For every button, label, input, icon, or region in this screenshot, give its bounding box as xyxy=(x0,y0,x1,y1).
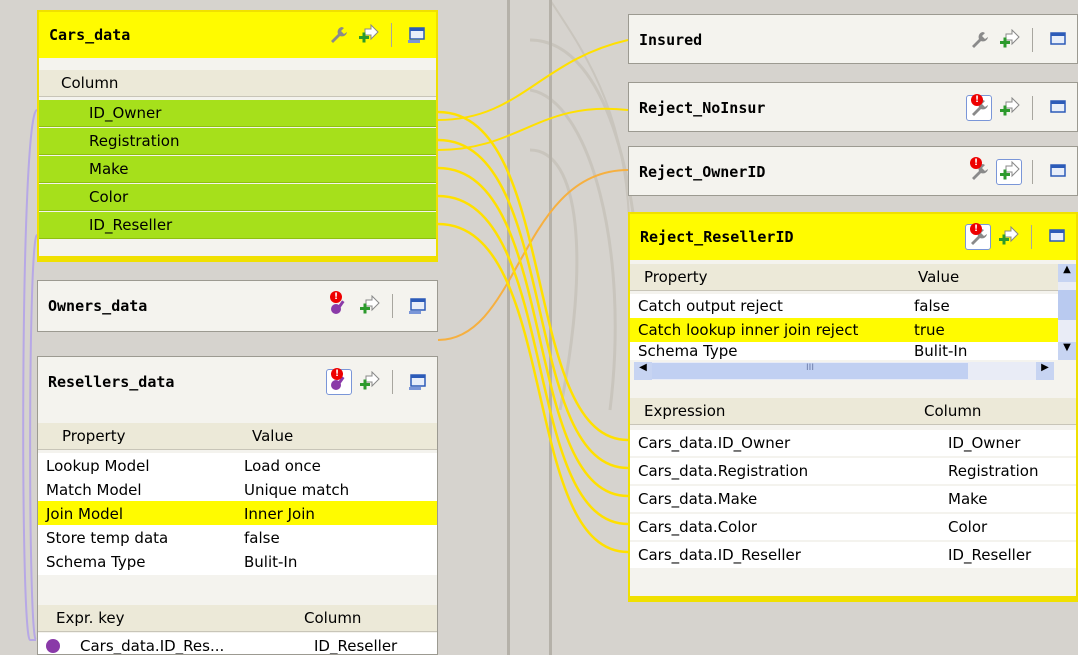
error-badge-icon: ! xyxy=(330,291,342,303)
expression-row[interactable]: Cars_data.Make Make xyxy=(630,486,1076,512)
expression-row[interactable]: Cars_data.ID_Owner ID_Owner xyxy=(630,430,1076,456)
window-icon[interactable] xyxy=(405,369,431,395)
error-badge-icon: ! xyxy=(970,223,982,235)
toolbar-separator xyxy=(391,23,392,47)
error-badge-icon: ! xyxy=(331,368,343,380)
lookup-link xyxy=(29,234,38,641)
scroll-thumb[interactable]: III xyxy=(652,363,968,379)
property-row[interactable]: Catch output reject false xyxy=(630,294,1058,318)
add-arrow-icon[interactable] xyxy=(356,293,382,319)
table-title: Reject_OwnerID xyxy=(639,163,766,181)
scroll-left-button[interactable]: ◀ xyxy=(634,362,652,380)
reject-ownerid-table[interactable]: Reject_OwnerID ! xyxy=(628,146,1078,196)
property-header[interactable]: Property Value xyxy=(630,264,1058,291)
horizontal-scrollbar[interactable]: ◀ III ▶ xyxy=(634,362,1054,380)
table-title: Reject_NoInsur xyxy=(639,99,766,117)
expression-row[interactable]: Cars_data.Color Color xyxy=(630,514,1076,540)
reject-resellerid-header[interactable]: Reject_ResellerID ! xyxy=(630,214,1076,260)
window-icon[interactable] xyxy=(1044,224,1070,250)
wrench-icon[interactable] xyxy=(325,22,351,48)
wrench-icon[interactable]: ! xyxy=(966,94,992,121)
error-badge-icon: ! xyxy=(971,94,983,106)
add-arrow-icon[interactable] xyxy=(995,224,1021,250)
insured-header[interactable]: Insured xyxy=(629,15,1077,63)
reject-noinsur-table[interactable]: Reject_NoInsur ! xyxy=(628,82,1078,132)
resellers-data-table[interactable]: Resellers_data ! Property Value Lookup M… xyxy=(37,356,438,655)
scroll-thumb[interactable] xyxy=(1058,290,1076,320)
property-row[interactable]: Schema Type Bulit-In xyxy=(38,549,437,575)
window-icon[interactable] xyxy=(1045,95,1071,121)
table-footer xyxy=(39,256,436,260)
owners-data-header[interactable]: Owners_data ! xyxy=(38,281,437,331)
add-arrow-icon[interactable] xyxy=(996,159,1022,185)
wrench-icon[interactable]: ! xyxy=(965,223,991,250)
add-arrow-icon[interactable] xyxy=(996,95,1022,121)
property-row[interactable]: Schema Type Bulit-In xyxy=(630,342,1058,360)
expr-key-header[interactable]: Expr. key Column xyxy=(38,605,437,632)
reject-resellerid-table[interactable]: Reject_ResellerID ! Property Value Catch… xyxy=(628,212,1078,602)
error-badge-icon: ! xyxy=(970,157,982,169)
wrench-icon[interactable]: ! xyxy=(966,157,992,185)
key-icon[interactable]: ! xyxy=(326,368,352,395)
key-icon xyxy=(46,639,60,653)
column-row[interactable]: ID_Reseller xyxy=(39,212,436,239)
property-row[interactable]: Join Model Inner Join xyxy=(38,501,437,527)
add-arrow-icon[interactable] xyxy=(355,22,381,48)
property-row[interactable]: Catch lookup inner join reject true xyxy=(630,318,1058,342)
table-title: Cars_data xyxy=(49,26,131,44)
column-row[interactable]: Registration xyxy=(39,128,436,155)
toolbar-separator xyxy=(1032,28,1033,52)
add-arrow-icon[interactable] xyxy=(996,27,1022,53)
column-header[interactable]: Column xyxy=(39,70,436,97)
reject-noinsur-header[interactable]: Reject_NoInsur ! xyxy=(629,83,1077,131)
panel-divider-left[interactable] xyxy=(507,0,510,655)
cars-data-header[interactable]: Cars_data xyxy=(39,12,436,58)
property-row[interactable]: Store temp data false xyxy=(38,525,437,551)
resellers-data-header[interactable]: Resellers_data ! xyxy=(38,357,437,407)
column-row[interactable]: Make xyxy=(39,156,436,183)
expression-row[interactable]: Cars_data.Registration Registration xyxy=(630,458,1076,484)
table-title: Insured xyxy=(639,31,703,49)
column-row[interactable]: Color xyxy=(39,184,436,211)
toolbar-separator xyxy=(1032,96,1033,120)
column-row[interactable]: ID_Owner xyxy=(39,100,436,127)
window-icon[interactable] xyxy=(404,22,430,48)
expression-row[interactable]: Cars_data.ID_Reseller ID_Reseller xyxy=(630,542,1076,568)
scroll-down-button[interactable]: ▼ xyxy=(1058,342,1076,360)
toolbar-separator xyxy=(1031,225,1032,249)
table-title: Owners_data xyxy=(48,297,148,315)
window-icon[interactable] xyxy=(405,293,431,319)
expression-header[interactable]: Expression Column xyxy=(630,398,1076,425)
lookup-link xyxy=(22,109,38,641)
toolbar-separator xyxy=(1032,160,1033,184)
add-arrow-icon[interactable] xyxy=(356,369,382,395)
scroll-right-button[interactable]: ▶ xyxy=(1036,362,1054,380)
property-row[interactable]: Lookup Model Load once xyxy=(38,453,437,479)
panel-divider-right[interactable] xyxy=(549,0,552,655)
cars-data-table[interactable]: Cars_data Column ID_Owner Registration M… xyxy=(37,10,438,262)
map-editor-canvas: Cars_data Column ID_Owner Registration M… xyxy=(0,0,1078,655)
property-header[interactable]: Property Value xyxy=(38,423,437,450)
property-row[interactable]: Match Model Unique match xyxy=(38,477,437,503)
owners-data-table[interactable]: Owners_data ! xyxy=(37,280,438,332)
insured-table[interactable]: Insured xyxy=(628,14,1078,64)
toolbar-separator xyxy=(392,294,393,318)
window-icon[interactable] xyxy=(1045,159,1071,185)
expr-key-row[interactable]: Cars_data.ID_Res... ID_Reseller xyxy=(38,633,437,654)
wrench-icon[interactable] xyxy=(966,27,992,53)
table-title: Resellers_data xyxy=(48,373,175,391)
toolbar-separator xyxy=(392,370,393,394)
reject-ownerid-header[interactable]: Reject_OwnerID ! xyxy=(629,147,1077,195)
key-icon[interactable]: ! xyxy=(326,291,352,319)
table-title: Reject_ResellerID xyxy=(640,228,794,246)
scroll-up-button[interactable]: ▲ xyxy=(1058,264,1076,282)
window-icon[interactable] xyxy=(1045,27,1071,53)
vertical-scrollbar[interactable]: ▲ ▼ xyxy=(1058,264,1076,360)
table-footer xyxy=(630,596,1076,600)
